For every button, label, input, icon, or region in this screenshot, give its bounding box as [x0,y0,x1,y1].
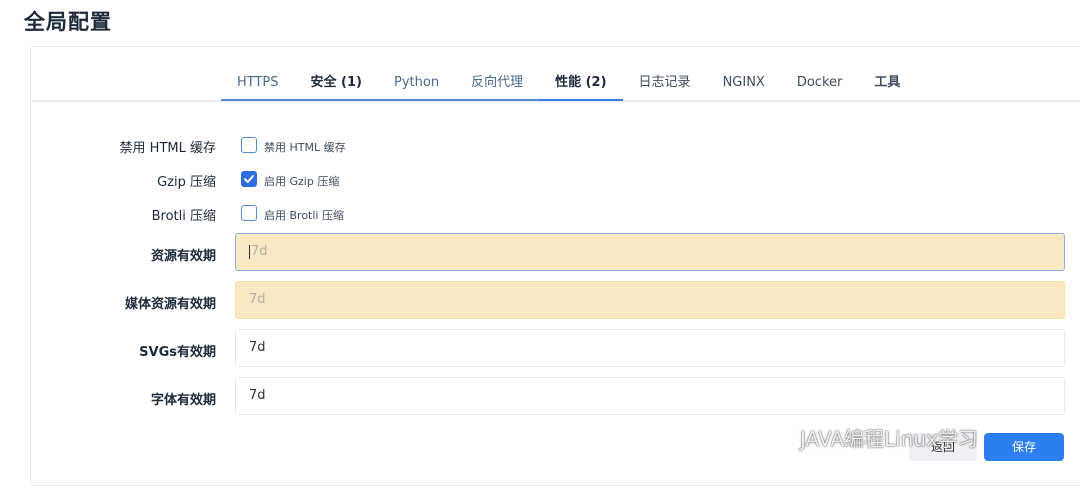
row-gzip: Gzip 压缩 启用 Gzip 压缩 [31,169,1080,190]
row-media-expiry: 媒体资源有效期 7d [31,281,1080,321]
brotli-label: Brotli 压缩 [151,209,216,224]
font-expiry-input[interactable]: 7d [235,377,1065,415]
settings-card: HTTPS 安全 (1) Python 反向代理 性能 (2) 日志记录 NGI… [30,46,1080,486]
media-expiry-placeholder: 7d [249,292,266,307]
watermark: JAVA编程Linux学习 [760,423,978,452]
gzip-label: Gzip 压缩 [157,175,216,190]
media-expiry-input[interactable]: 7d [235,281,1065,319]
row-brotli: Brotli 压缩 启用 Brotli 压缩 [31,203,1080,224]
assets-expiry-placeholder: 7d [251,244,268,259]
tab-performance[interactable]: 性能 (2) [539,65,623,101]
row-disable-html-cache: 禁用 HTML 缓存 禁用 HTML 缓存 [31,135,1080,156]
page-title: 全局配置 [24,10,112,34]
row-svg-expiry: SVGs有效期 7d [31,329,1080,369]
watermark-text: JAVA编程Linux学习 [800,427,978,451]
disable-html-cache-label: 禁用 HTML 缓存 [119,141,216,156]
wechat-icon [761,425,792,449]
tab-tools[interactable]: 工具 [858,65,916,101]
tab-nginx[interactable]: NGINX [707,65,781,101]
tab-security[interactable]: 安全 (1) [294,65,378,101]
media-expiry-label: 媒体资源有效期 [124,297,216,312]
text-caret [249,244,250,259]
font-expiry-label: 字体有效期 [150,393,216,408]
tab-https[interactable]: HTTPS [221,65,295,101]
brotli-checkbox-label[interactable]: 启用 Brotli 压缩 [264,207,344,223]
save-button[interactable]: 保存 [984,433,1064,461]
tab-reverse-proxy[interactable]: 反向代理 [455,65,540,101]
tab-logging[interactable]: 日志记录 [623,65,707,101]
svg-expiry-label: SVGs有效期 [139,345,216,360]
gzip-checkbox-label[interactable]: 启用 Gzip 压缩 [264,173,339,189]
svg-expiry-input[interactable]: 7d [235,329,1065,367]
tab-docker[interactable]: Docker [781,65,859,101]
disable-html-cache-checkbox[interactable] [241,137,257,153]
row-font-expiry: 字体有效期 7d [31,377,1080,417]
tab-python[interactable]: Python [378,65,456,101]
assets-expiry-input[interactable]: 7d [235,233,1065,271]
tab-bar: HTTPS 安全 (1) Python 反向代理 性能 (2) 日志记录 NGI… [221,65,916,101]
assets-expiry-label: 资源有效期 [150,249,216,264]
brotli-checkbox[interactable] [241,205,257,221]
gzip-checkbox[interactable] [241,171,257,187]
row-assets-expiry: 资源有效期 7d [31,233,1080,273]
disable-html-cache-checkbox-label[interactable]: 禁用 HTML 缓存 [264,139,346,155]
check-icon [244,175,254,183]
